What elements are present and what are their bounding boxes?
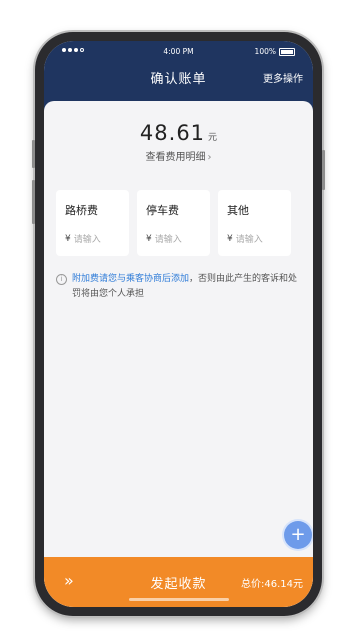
notice-text-wrap: 附加费请您与乘客协商后添加，否则由此产生的客诉和处罚将由您个人承担 bbox=[72, 272, 303, 302]
amount-value: 48.61 bbox=[139, 121, 206, 145]
battery-percent: 100% bbox=[254, 47, 276, 56]
fee-placeholder: 请输入 bbox=[235, 235, 263, 245]
fee-card-parking[interactable]: 停车费 ¥ 请输入 bbox=[137, 190, 210, 256]
phone-frame: 4:00 PM 100% 确认账单 更多操作 48.61 元 查看费用明细 › 路桥… bbox=[32, 32, 325, 616]
fee-placeholder: 请输入 bbox=[73, 235, 101, 245]
footer-bar: » 发起收款 总价:46.14元 bbox=[44, 557, 313, 607]
surcharge-notice: i 附加费请您与乘客协商后添加，否则由此产生的客诉和处罚将由您个人承担 bbox=[56, 272, 303, 302]
fee-label: 路桥费 bbox=[65, 204, 98, 217]
view-fee-details-label: 查看费用明细 bbox=[145, 152, 206, 163]
add-icon[interactable]: + bbox=[284, 521, 312, 549]
currency-icon: ¥ bbox=[65, 233, 71, 244]
extra-fee-cards: 路桥费 ¥ 请输入 停车费 ¥ 请输入 其他 ¥ 请输入 bbox=[56, 190, 291, 256]
fee-placeholder: 请输入 bbox=[154, 235, 182, 245]
fee-card-toll[interactable]: 路桥费 ¥ 请输入 bbox=[56, 190, 129, 256]
volume-down-button bbox=[32, 180, 35, 224]
other-fee-input[interactable]: ¥ 请输入 bbox=[227, 232, 263, 246]
chevron-right-icon: › bbox=[207, 152, 212, 163]
view-fee-details-link[interactable]: 查看费用明细 › bbox=[44, 148, 313, 163]
info-icon: i bbox=[56, 274, 67, 285]
parking-fee-input[interactable]: ¥ 请输入 bbox=[146, 232, 182, 246]
fee-card-other[interactable]: 其他 ¥ 请输入 bbox=[218, 190, 291, 256]
battery-indicator: 100% bbox=[255, 47, 295, 56]
fee-label: 停车费 bbox=[146, 204, 179, 217]
home-indicator bbox=[128, 598, 229, 601]
more-actions-button[interactable]: 更多操作 bbox=[263, 70, 303, 85]
battery-icon bbox=[279, 47, 295, 56]
toll-fee-input[interactable]: ¥ 请输入 bbox=[65, 232, 101, 246]
content: 48.61 元 查看费用明细 › 路桥费 ¥ 请输入 停车费 ¥ 请输入 其他 … bbox=[44, 101, 313, 607]
status-bar: 4:00 PM 100% bbox=[44, 45, 313, 59]
screen: 4:00 PM 100% 确认账单 更多操作 48.61 元 查看费用明细 › 路桥… bbox=[44, 41, 313, 607]
notice-link[interactable]: 附加费请您与乘客协商后添加 bbox=[72, 274, 189, 284]
fee-label: 其他 bbox=[227, 204, 249, 217]
total-price: 总价:46.14元 bbox=[241, 579, 303, 590]
amount-unit: 元 bbox=[208, 133, 218, 143]
power-button bbox=[322, 150, 325, 190]
currency-icon: ¥ bbox=[146, 233, 152, 244]
volume-up-button bbox=[32, 140, 35, 168]
currency-icon: ¥ bbox=[227, 233, 233, 244]
amount-display: 48.61 元 bbox=[44, 121, 313, 145]
